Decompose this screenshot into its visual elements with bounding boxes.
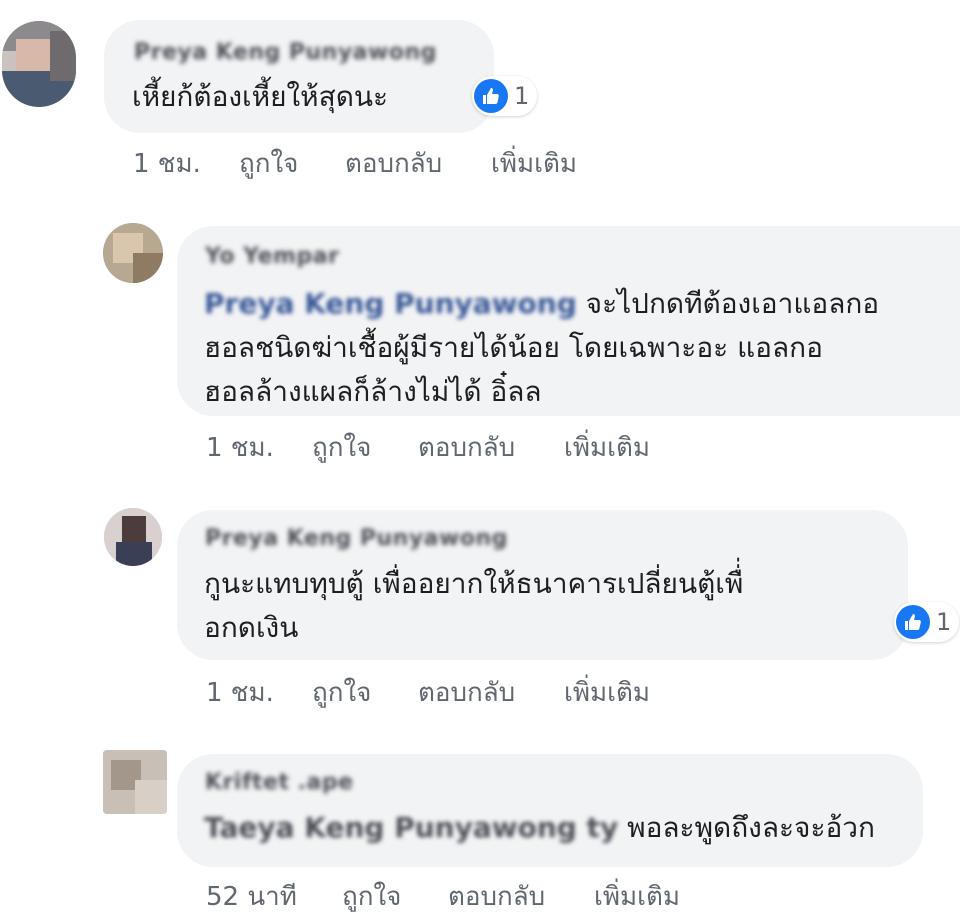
- like-action[interactable]: ถูกใจ: [312, 672, 418, 713]
- reaction-summary[interactable]: 1: [894, 602, 960, 642]
- comment-meta: 52 นาที ถูกใจ ตอบกลับ เพิ่มเติม: [206, 876, 680, 917]
- comment-meta: 1 ชม. ถูกใจ ตอบกลับ เพิ่มเติม: [206, 672, 650, 713]
- more-action[interactable]: เพิ่มเติม: [491, 143, 577, 184]
- comment-timestamp[interactable]: 1 ชม.: [206, 427, 312, 468]
- like-action[interactable]: ถูกใจ: [239, 143, 345, 184]
- comment-author[interactable]: Yo Yempar: [205, 244, 339, 269]
- reply-action[interactable]: ตอบกลับ: [345, 143, 491, 184]
- like-action[interactable]: ถูกใจ: [342, 876, 448, 917]
- comment-timestamp[interactable]: 52 นาที: [206, 876, 342, 917]
- more-action[interactable]: เพิ่มเติม: [564, 672, 650, 713]
- comment-line: กูนะแทบทุบตู้ เพื่ออยากให้ธนาคารเปลี่ยนต…: [204, 567, 744, 600]
- more-action[interactable]: เพิ่มเติม: [564, 427, 650, 468]
- comment-line: เหี้ยก้ต้องเหี้ยให้สุดนะ: [132, 80, 389, 113]
- comment-line: ฮอลชนิดฆ่าเชื้อผู้มีรายได้น้อย โดยเฉพาะอ…: [204, 331, 823, 364]
- avatar[interactable]: [104, 508, 162, 566]
- comment-line: Preya Keng Punyawong จะไปกดทีต้องเอาแอลก…: [204, 282, 879, 326]
- more-action[interactable]: เพิ่มเติม: [594, 876, 680, 917]
- comment-text: Taeya Keng Punyawong ty พอละพูดถึงละจะอ้…: [204, 806, 875, 850]
- comment-author[interactable]: Preya Keng Punyawong: [205, 526, 508, 551]
- comment-bubble: Yo Yempar Preya Keng Punyawong จะไปกดทีต…: [177, 226, 960, 416]
- comment-line: Taeya Keng Punyawong ty พอละพูดถึงละจะอ้…: [204, 806, 875, 850]
- comment-author[interactable]: Preya Keng Punyawong: [134, 40, 437, 65]
- comment-bubble: Preya Keng Punyawong กูนะแทบทุบตู้ เพื่อ…: [177, 510, 908, 660]
- like-thumb-icon: [474, 79, 508, 113]
- comment-bubble: Preya Keng Punyawong เหี้ยก้ต้องเหี้ยให้…: [104, 20, 494, 133]
- comment-line: ฮอลล้างแผลก็ล้างไม่ได้ อิ๋ลล: [204, 375, 542, 408]
- comment-text: เหี้ยก้ต้องเหี้ยให้สุดนะ: [132, 75, 388, 119]
- reaction-summary[interactable]: 1: [472, 76, 538, 116]
- reply-action[interactable]: ตอบกลับ: [418, 427, 564, 468]
- comment-timestamp[interactable]: 1 ชม.: [206, 672, 312, 713]
- comment-author[interactable]: Kriftet .ape: [205, 770, 354, 795]
- avatar[interactable]: [103, 750, 167, 814]
- like-action[interactable]: ถูกใจ: [312, 427, 418, 468]
- reply-action[interactable]: ตอบกลับ: [418, 672, 564, 713]
- comment-text: Preya Keng Punyawong จะไปกดทีต้องเอาแอลก…: [204, 282, 879, 414]
- reaction-count: 1: [936, 608, 952, 636]
- comment-text: กูนะแทบทุบตู้ เพื่ออยากให้ธนาคารเปลี่ยนต…: [204, 562, 743, 650]
- mention-tag[interactable]: Taeya Keng Punyawong ty: [204, 806, 618, 850]
- comment-line: อกดเงิน: [204, 611, 299, 644]
- avatar[interactable]: [2, 21, 76, 107]
- reply-action[interactable]: ตอบกลับ: [448, 876, 594, 917]
- avatar[interactable]: [103, 223, 163, 283]
- comment-timestamp[interactable]: 1 ชม.: [133, 143, 239, 184]
- reaction-count: 1: [514, 82, 530, 110]
- like-thumb-icon: [896, 605, 930, 639]
- comment-meta: 1 ชม. ถูกใจ ตอบกลับ เพิ่มเติม: [133, 143, 577, 184]
- comment-bubble: Kriftet .ape Taeya Keng Punyawong ty พอล…: [177, 754, 923, 867]
- mention-tag[interactable]: Preya Keng Punyawong: [204, 282, 577, 326]
- comment-meta: 1 ชม. ถูกใจ ตอบกลับ เพิ่มเติม: [206, 427, 650, 468]
